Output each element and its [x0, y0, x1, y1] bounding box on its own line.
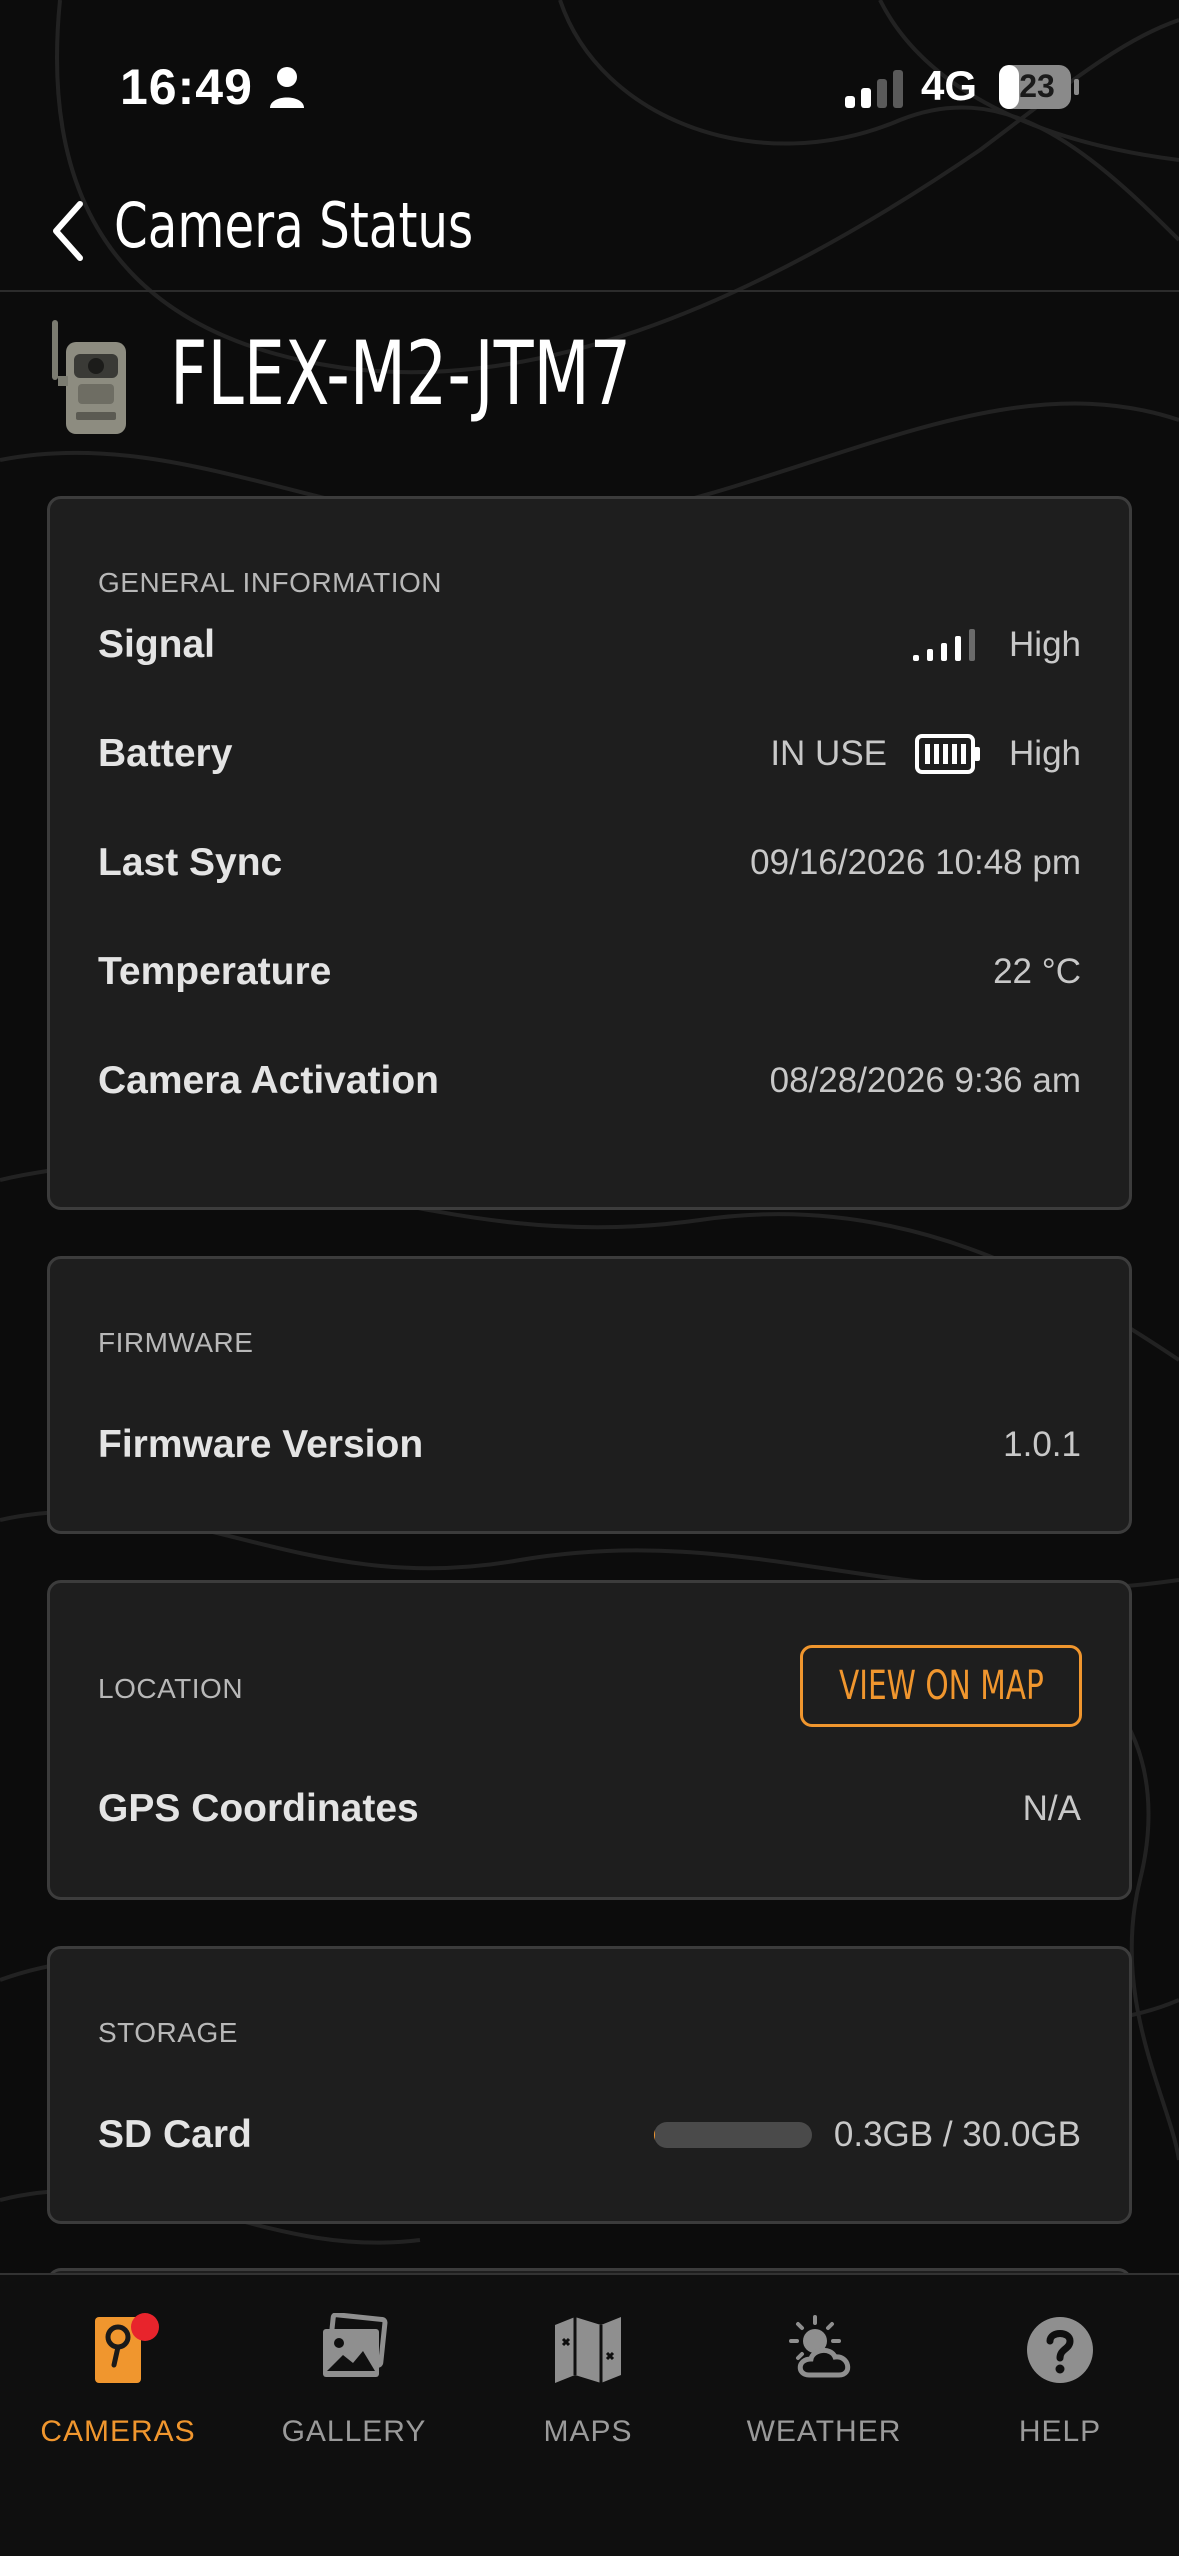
section-label-storage: STORAGE: [98, 2017, 238, 2048]
camera-activation-row: Camera Activation 08/28/2026 9:36 am: [98, 1051, 1081, 1111]
temperature-row: Temperature 22 °C: [98, 942, 1081, 1002]
view-on-map-label: VIEW ON MAP: [838, 1663, 1044, 1709]
battery-row: Battery IN USE High: [98, 724, 1081, 784]
firmware-version-row: Firmware Version 1.0.1: [98, 1415, 1081, 1475]
gps-label: GPS Coordinates: [98, 1787, 419, 1830]
view-on-map-button[interactable]: VIEW ON MAP: [800, 1645, 1082, 1727]
tab-help-label: HELP: [1018, 2415, 1102, 2448]
camera-signal-icon: [913, 629, 976, 661]
tab-gallery[interactable]: GALLERY: [236, 2313, 472, 2473]
storage-card: STORAGE SD Card 0.3GB / 30.0GB: [47, 1946, 1132, 2224]
page-title: Camera Status: [114, 189, 474, 262]
tab-maps[interactable]: MAPS: [470, 2313, 706, 2473]
last-sync-row: Last Sync 09/16/2026 10:48 pm: [98, 833, 1081, 893]
last-sync-label: Last Sync: [98, 841, 283, 884]
general-information-card: GENERAL INFORMATION Signal High Battery …: [47, 496, 1132, 1210]
battery-status: IN USE: [770, 734, 888, 773]
tab-cameras-label: CAMERAS: [40, 2415, 196, 2448]
network-type: 4G: [921, 62, 978, 109]
section-label-firmware: FIRMWARE: [98, 1327, 254, 1358]
firmware-version-value: 1.0.1: [1003, 1425, 1081, 1464]
sd-card-label: SD Card: [98, 2113, 252, 2156]
battery-value: High: [1009, 734, 1081, 773]
section-label-general: GENERAL INFORMATION: [98, 567, 442, 598]
signal-label: Signal: [98, 623, 216, 666]
help-icon: [1027, 2317, 1093, 2383]
sd-card-usage-fill: [653, 2122, 656, 2148]
status-time: 16:49: [120, 59, 253, 115]
bottom-tab-bar: CAMERAS GALLERY MAPS WEATHER HELP: [0, 2273, 1179, 2556]
sd-card-usage-bar: [653, 2122, 812, 2148]
battery-icon: [915, 734, 981, 774]
trail-camera-icon: [52, 320, 126, 434]
nav-header: Camera Status: [0, 175, 1179, 292]
tab-weather-label: WEATHER: [746, 2415, 902, 2448]
section-label-location: LOCATION: [98, 1673, 244, 1704]
tab-weather[interactable]: WEATHER: [706, 2313, 942, 2473]
camera-name: FLEX-M2-JTM7: [170, 322, 632, 425]
tab-maps-label: MAPS: [543, 2415, 633, 2448]
firmware-card: FIRMWARE Firmware Version 1.0.1: [47, 1256, 1132, 1534]
gallery-icon: [323, 2313, 388, 2377]
gps-value: N/A: [1022, 1789, 1081, 1828]
camera-activation-value: 08/28/2026 9:36 am: [769, 1061, 1081, 1100]
signal-value: High: [1009, 625, 1081, 664]
person-icon: [270, 67, 304, 108]
signal-row: Signal High: [98, 615, 1081, 675]
tab-gallery-label: GALLERY: [281, 2415, 427, 2448]
location-card: LOCATION VIEW ON MAP GPS Coordinates N/A: [47, 1580, 1132, 1900]
back-chevron-icon[interactable]: [48, 196, 88, 266]
cellular-signal-icon: [845, 70, 903, 108]
battery-label: Battery: [98, 732, 233, 775]
status-bar: 16:49 4G 23: [0, 0, 1179, 175]
tab-cameras[interactable]: CAMERAS: [0, 2313, 236, 2473]
notification-dot: [131, 2313, 159, 2341]
phone-battery-level: 23: [1019, 68, 1055, 104]
sd-card-row: SD Card 0.3GB / 30.0GB: [98, 2105, 1081, 2165]
temperature-label: Temperature: [98, 950, 332, 993]
weather-icon: [789, 2315, 851, 2378]
tab-help[interactable]: HELP: [942, 2313, 1178, 2473]
firmware-version-label: Firmware Version: [98, 1423, 424, 1466]
temperature-value: 22 °C: [993, 952, 1081, 991]
sd-card-value: 0.3GB / 30.0GB: [833, 2115, 1081, 2154]
camera-activation-label: Camera Activation: [98, 1059, 440, 1102]
last-sync-value: 09/16/2026 10:48 pm: [750, 843, 1081, 882]
gps-row: GPS Coordinates N/A: [98, 1779, 1081, 1839]
map-icon: [555, 2317, 621, 2383]
